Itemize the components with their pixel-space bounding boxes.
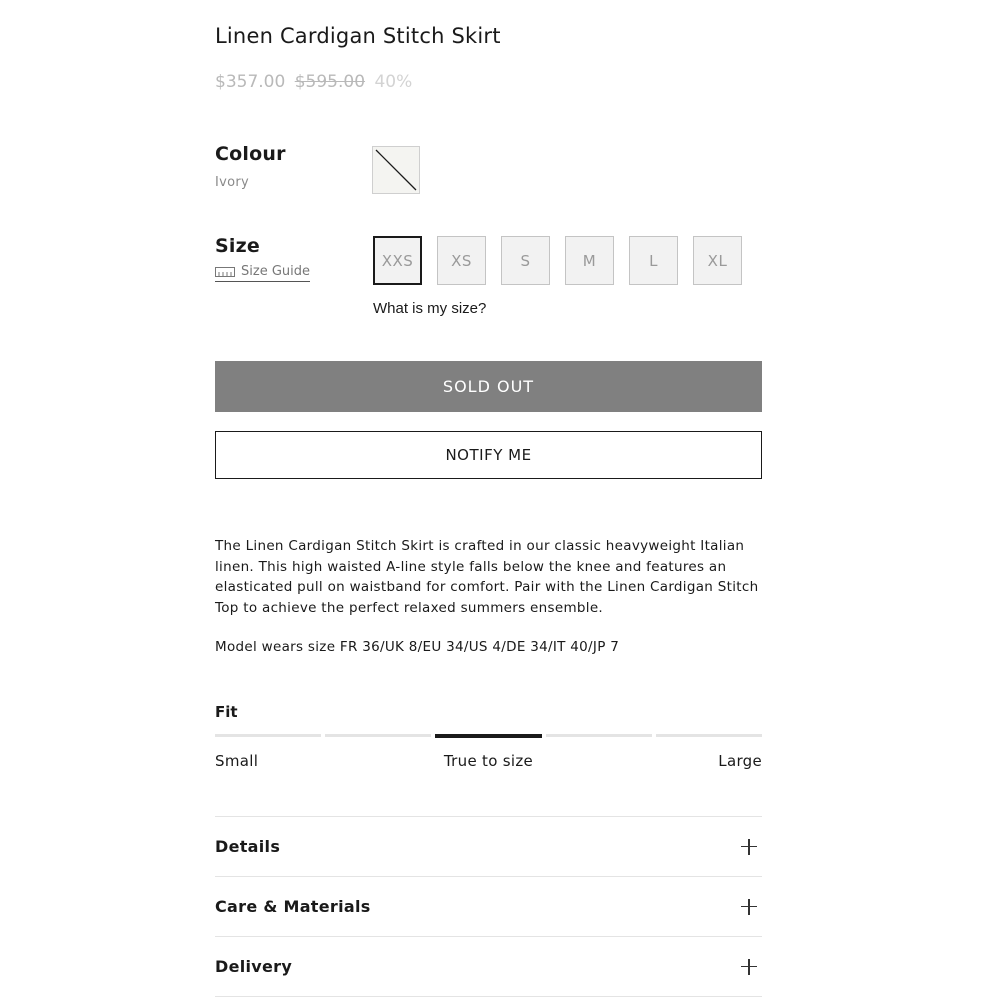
model-info: Model wears size FR 36/UK 8/EU 34/US 4/D… (215, 639, 620, 655)
accordion-title: Care & Materials (215, 897, 371, 916)
size-label: Size (215, 235, 260, 257)
unavailable-slash-icon (375, 149, 417, 191)
size-option-xs[interactable]: XS (437, 236, 486, 285)
what-is-my-size-link[interactable]: What is my size? (373, 300, 486, 317)
fit-scale (215, 733, 763, 738)
size-option-m[interactable]: M (565, 236, 614, 285)
fit-segment (435, 733, 542, 738)
accordion-delivery[interactable]: Delivery (215, 937, 762, 996)
accordion-title: Details (215, 837, 281, 856)
size-guide-link[interactable]: Size Guide (215, 264, 310, 282)
fit-segment (325, 734, 432, 737)
accordion-title: Delivery (215, 957, 293, 976)
fit-mid-label: True to size (443, 752, 534, 770)
colour-swatch-ivory[interactable] (372, 146, 420, 194)
notify-me-button[interactable]: NOTIFY ME (215, 431, 762, 479)
size-guide-label: Size Guide (241, 264, 310, 279)
accordion-details[interactable]: Details (215, 817, 762, 876)
accordion-care-materials[interactable]: Care & Materials (215, 877, 762, 936)
plus-icon (741, 898, 757, 915)
size-option-l[interactable]: L (629, 236, 678, 285)
ruler-icon (215, 266, 235, 277)
divider (215, 996, 762, 997)
fit-label: Fit (215, 703, 238, 721)
fit-segment (545, 734, 652, 737)
discount-badge: 40% (374, 72, 413, 92)
size-option-s[interactable]: S (501, 236, 550, 285)
fit-max-label: Large (718, 752, 762, 770)
price-row: $357.00 $595.00 40% (215, 72, 416, 92)
fit-segment (215, 734, 322, 737)
colour-label: Colour (215, 143, 286, 165)
plus-icon (741, 958, 757, 975)
plus-icon (741, 838, 757, 855)
price-current: $357.00 (215, 72, 286, 92)
fit-segment (655, 734, 763, 737)
product-description: The Linen Cardigan Stitch Skirt is craft… (215, 538, 759, 617)
product-info-panel: Linen Cardigan Stitch Skirt $357.00 $595… (215, 0, 763, 1000)
price-original: $595.00 (294, 72, 366, 92)
size-option-xxs[interactable]: XXS (373, 236, 422, 285)
colour-value: Ivory (215, 175, 250, 190)
size-option-xl[interactable]: XL (693, 236, 742, 285)
product-title: Linen Cardigan Stitch Skirt (215, 24, 501, 48)
size-options: XXS XS S M L XL (373, 236, 742, 285)
sold-out-button: SOLD OUT (215, 361, 762, 412)
